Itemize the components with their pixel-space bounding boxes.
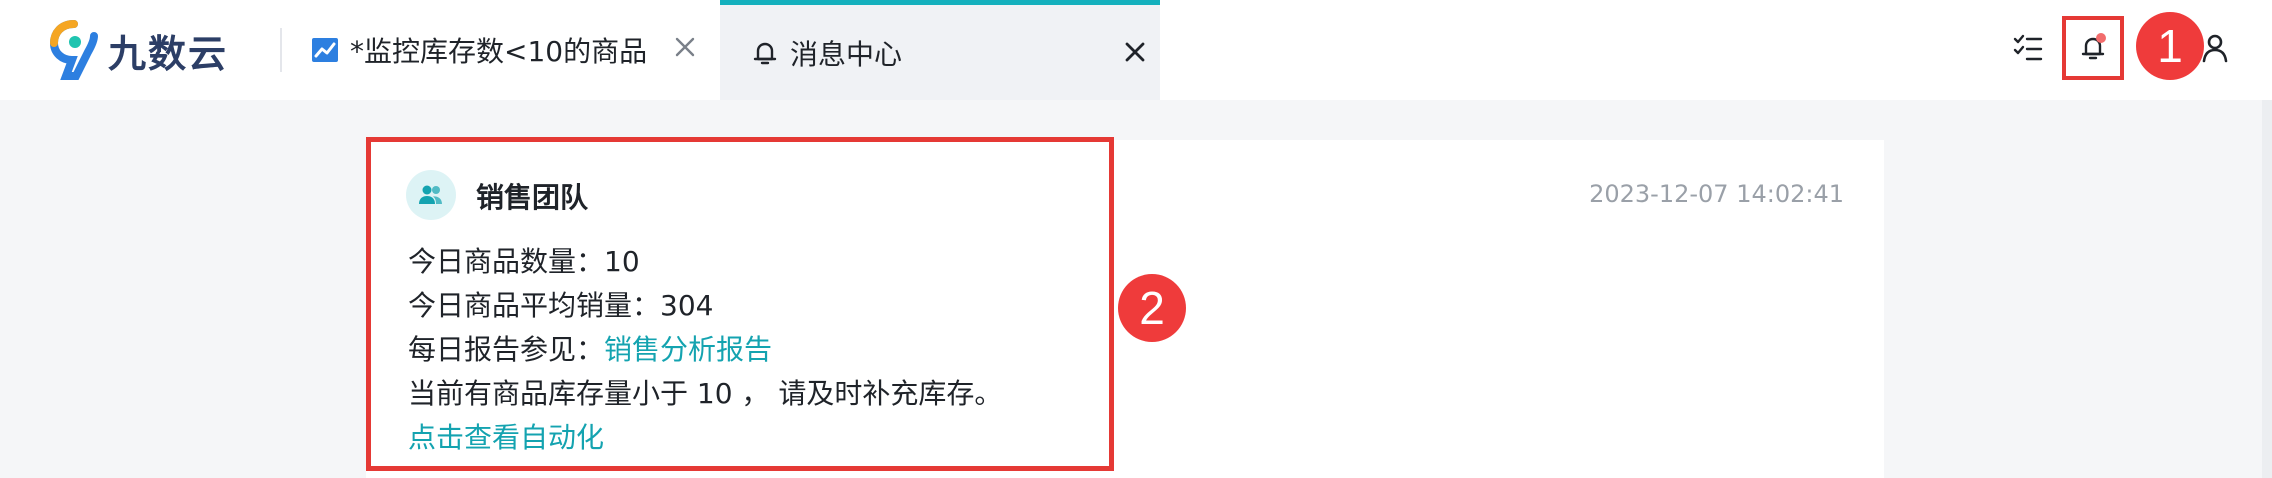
step-badge-1: 1 bbox=[2136, 12, 2204, 80]
logo-text: 九数云 bbox=[108, 31, 229, 76]
logo-icon bbox=[50, 20, 98, 80]
bell-highlight-box bbox=[2062, 16, 2124, 80]
tab-label: 消息中心 bbox=[790, 37, 903, 71]
message-highlight-box bbox=[366, 137, 1114, 471]
bell-icon bbox=[753, 42, 777, 64]
tab-close-button[interactable] bbox=[670, 32, 700, 62]
scrollbar[interactable] bbox=[2262, 100, 2272, 478]
tab-message-center[interactable]: 消息中心 bbox=[720, 0, 1160, 100]
top-bar: 九数云 *监控库存数<10的商品 消息中心 1 bbox=[0, 0, 2272, 100]
line-chart-icon bbox=[312, 38, 338, 62]
header-divider bbox=[280, 28, 282, 72]
close-icon bbox=[675, 37, 695, 57]
tab-inventory-monitor[interactable]: *监控库存数<10的商品 bbox=[300, 0, 720, 100]
close-icon bbox=[1125, 42, 1145, 62]
task-list-icon bbox=[2013, 34, 2043, 61]
step-badge-2: 2 bbox=[1118, 274, 1186, 342]
tab-close-button[interactable] bbox=[1120, 37, 1150, 67]
tab-label: *监控库存数<10的商品 bbox=[350, 35, 648, 68]
message-timestamp: 2023-12-07 14:02:41 bbox=[1589, 180, 1844, 208]
task-list-button[interactable] bbox=[2010, 30, 2046, 66]
app-logo[interactable]: 九数云 bbox=[50, 20, 228, 80]
